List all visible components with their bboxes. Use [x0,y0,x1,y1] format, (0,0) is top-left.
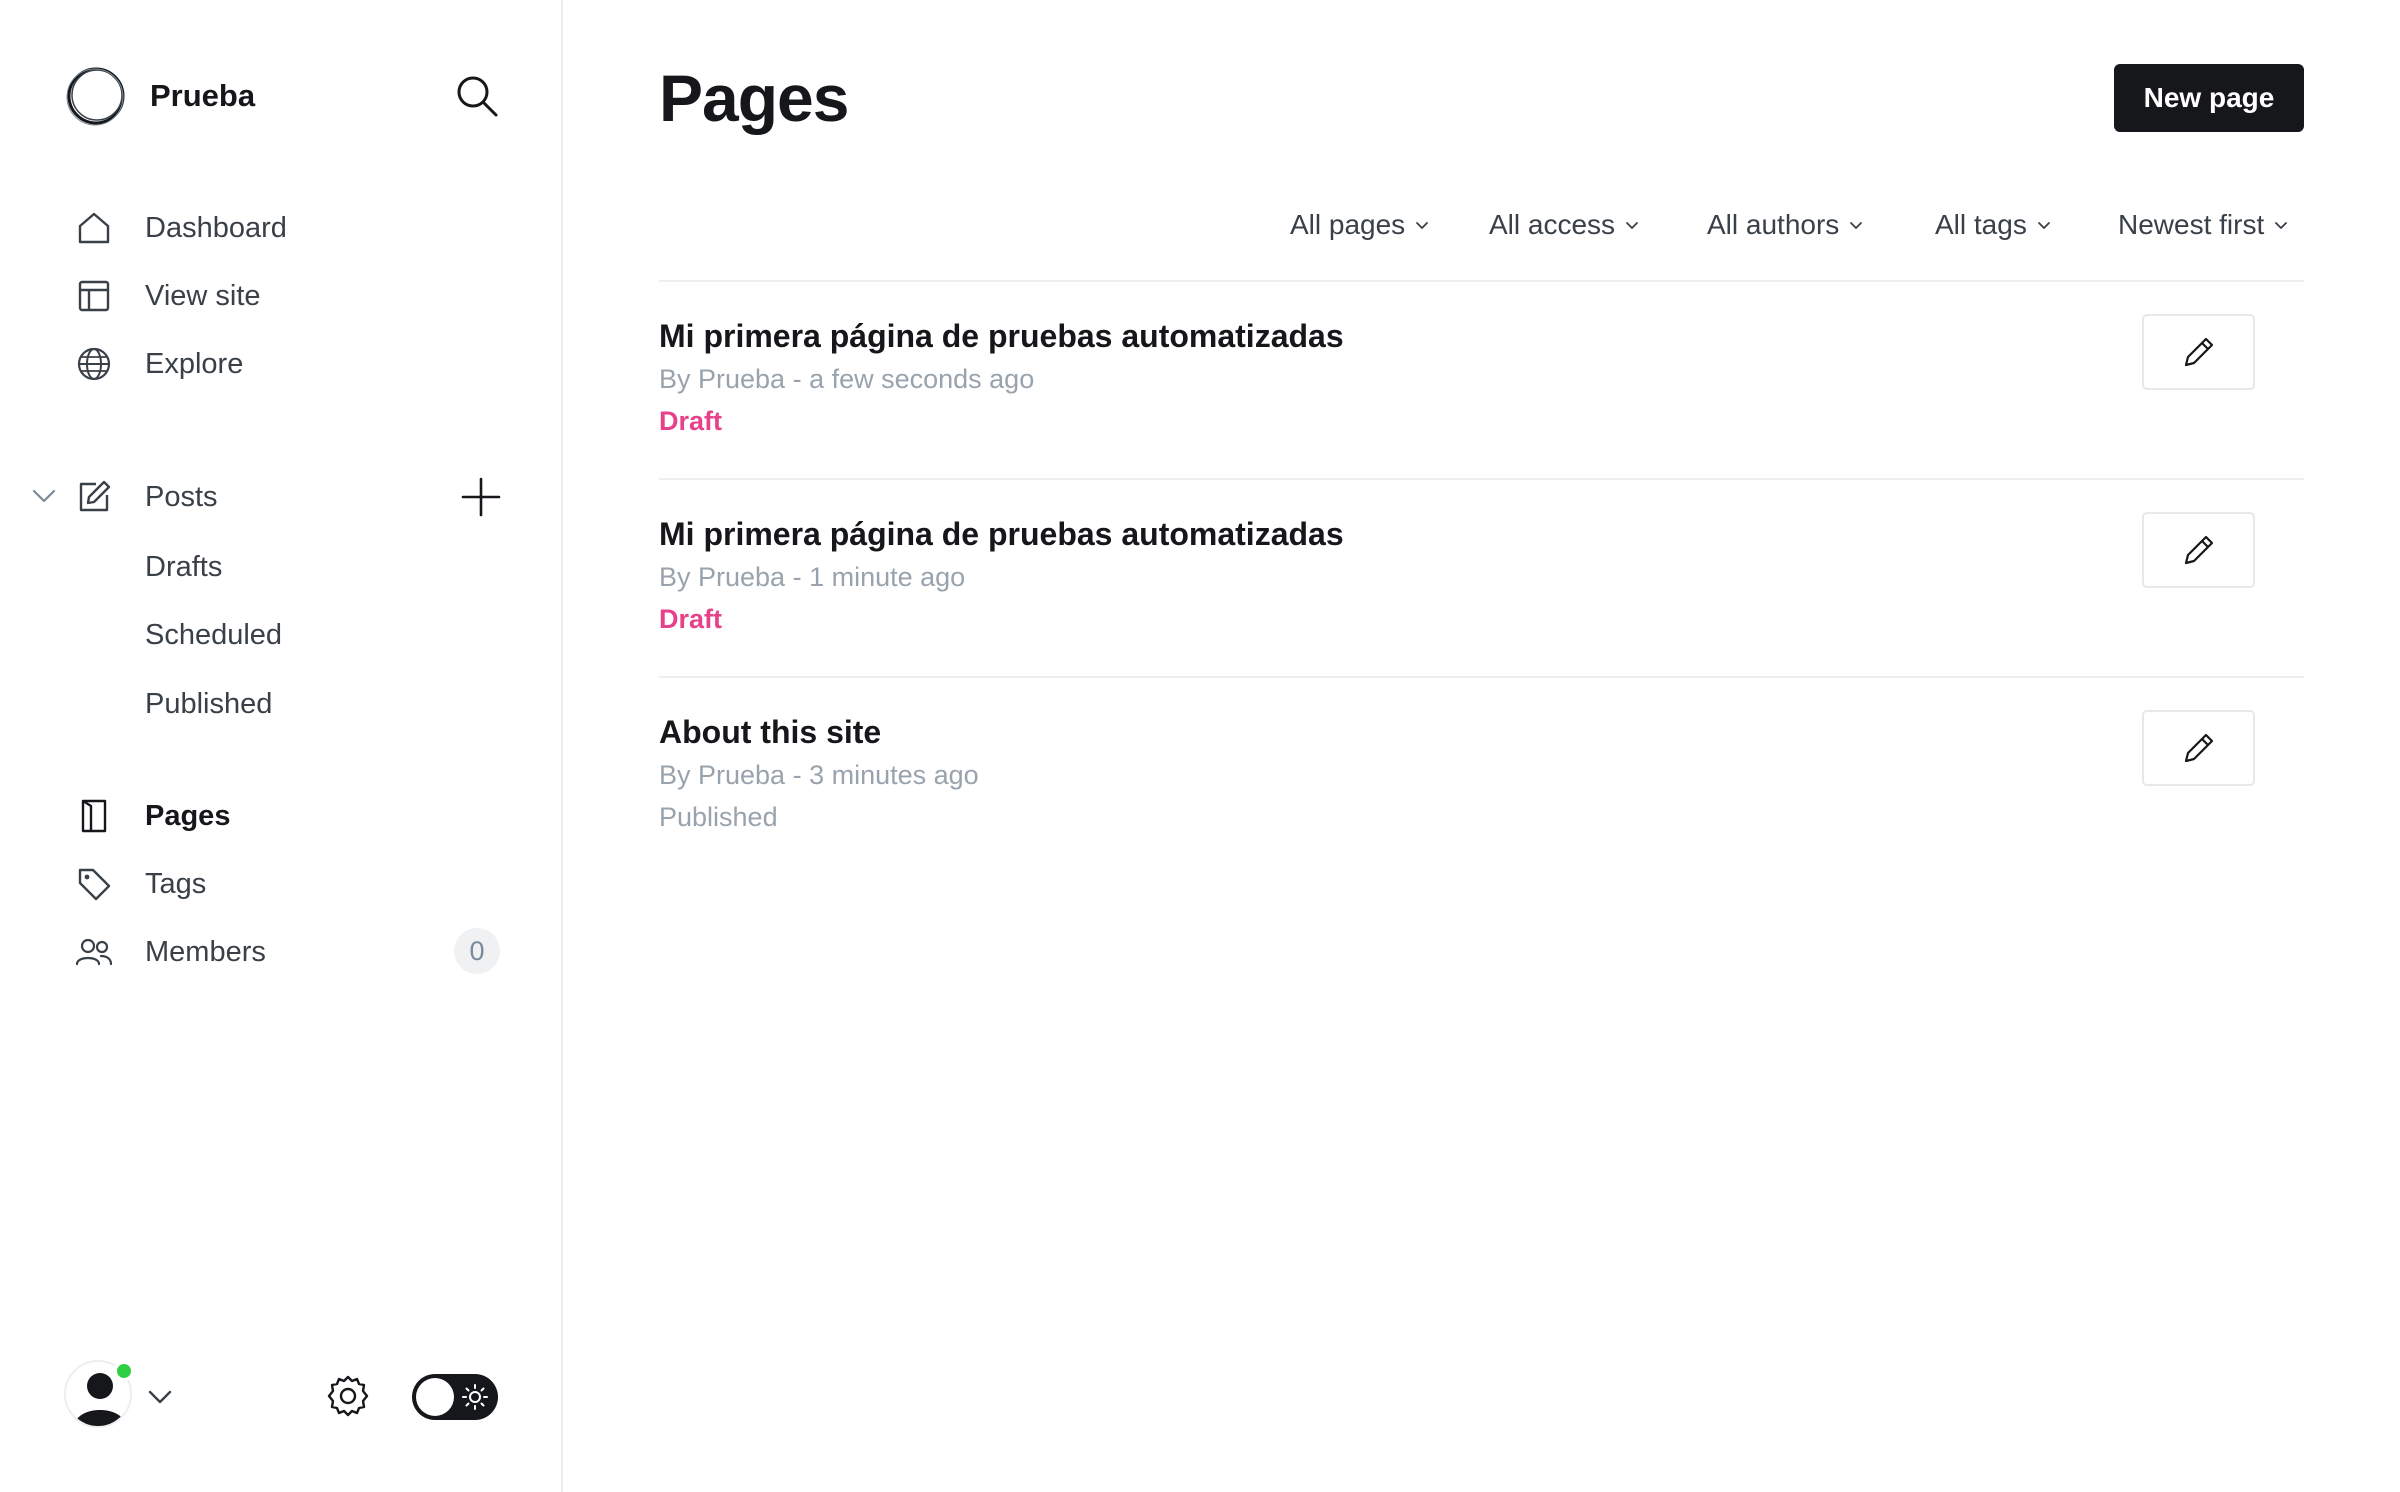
sidebar-item-published[interactable]: Published [145,679,272,729]
nav-label: Pages [145,799,231,832]
layout-icon [74,276,114,316]
sub-item-label: Drafts [145,550,223,583]
nav-item-pages[interactable]: Pages [74,788,230,844]
page-item-title[interactable]: Mi primera página de pruebas automatizad… [659,318,1344,355]
nav-label: Explore [145,347,244,380]
nav-item-members[interactable]: Members [74,924,266,980]
gear-icon[interactable] [326,1374,370,1418]
edit-page-button[interactable] [2142,710,2255,786]
nav-item-dashboard[interactable]: Dashboard [74,200,287,256]
site-logo-icon [66,67,125,126]
sub-item-label: Published [145,687,273,720]
toggle-knob [416,1378,454,1416]
brand[interactable]: Prueba [64,64,255,128]
page-item-title[interactable]: About this site [659,714,881,751]
filter-bar: All pages All access All authors All tag… [563,200,2304,250]
page-icon [74,796,114,836]
nav-item-posts[interactable]: Posts [74,469,218,525]
sidebar-item-scheduled[interactable]: Scheduled [145,610,282,660]
search-icon[interactable] [455,74,499,118]
page-item-meta: By Prueba - a few seconds ago [659,364,1035,394]
chevron-down-icon [1850,222,1863,229]
nav-label: Tags [145,867,207,900]
list-item[interactable]: Mi primera página de pruebas automatizad… [659,280,2304,478]
main-content: Pages New page All pages All access All … [563,0,2400,1492]
nav-label: View site [145,279,261,312]
filter-access-select[interactable]: All access [1489,200,1640,250]
chevron-down-icon [2037,222,2050,229]
filter-order-select[interactable]: Newest first [2118,200,2289,250]
add-post-icon[interactable] [460,476,502,518]
sidebar-item-drafts[interactable]: Drafts [145,542,222,592]
status-badge: Draft [659,604,723,634]
status-badge: Draft [659,406,723,436]
edit-icon [74,477,114,517]
nav-label: Members [145,935,266,968]
page-item-title[interactable]: Mi primera página de pruebas automatizad… [659,516,1344,553]
chevron-down-icon[interactable] [145,1382,175,1412]
pencil-icon [2184,535,2213,565]
chevron-down-icon [1626,222,1638,229]
pencil-icon [2184,733,2213,763]
edit-page-button[interactable] [2142,314,2255,390]
page-title: Pages [659,61,849,135]
pages-list: Mi primera página de pruebas automatizad… [659,280,2304,874]
pencil-icon [2184,337,2213,367]
chevron-down-icon [1416,222,1429,229]
page-item-meta: By Prueba - 3 minutes ago [659,760,979,790]
globe-icon [74,344,114,384]
nav-item-tags[interactable]: Tags [74,856,206,912]
status-badge: Published [659,802,778,832]
new-page-button[interactable]: New page [2114,64,2304,132]
filter-tags-select[interactable]: All tags [1935,200,2052,250]
site-name: Prueba [150,78,256,113]
filter-label: All pages [1290,209,1406,240]
list-item[interactable]: About this site By Prueba - 3 minutes ag… [659,676,2304,874]
chevron-down-icon[interactable] [28,480,60,512]
theme-toggle[interactable] [412,1374,498,1420]
list-item[interactable]: Mi primera página de pruebas automatizad… [659,478,2304,676]
sub-item-label: Scheduled [145,618,283,651]
nav-label: Dashboard [145,211,287,244]
filter-type-select[interactable]: All pages [1290,200,1430,250]
page-item-meta: By Prueba - 1 minute ago [659,562,966,592]
chevron-down-icon [2275,222,2288,229]
sidebar: Prueba Dashboard View site Explore Posts [0,0,563,1492]
filter-label: All authors [1707,209,1840,240]
home-icon [74,208,114,248]
filter-label: All access [1489,209,1616,240]
members-count-badge: 0 [454,928,500,974]
filter-label: All tags [1935,209,2027,240]
nav-item-view-site[interactable]: View site [74,268,261,324]
edit-page-button[interactable] [2142,512,2255,588]
online-status-dot [114,1361,134,1381]
members-icon [74,932,114,972]
filter-label: Newest first [2118,209,2265,240]
sun-icon [462,1384,488,1410]
nav-item-explore[interactable]: Explore [74,336,243,392]
tag-icon [74,864,114,904]
filter-authors-select[interactable]: All authors [1707,200,1864,250]
nav-label: Posts [145,480,218,513]
